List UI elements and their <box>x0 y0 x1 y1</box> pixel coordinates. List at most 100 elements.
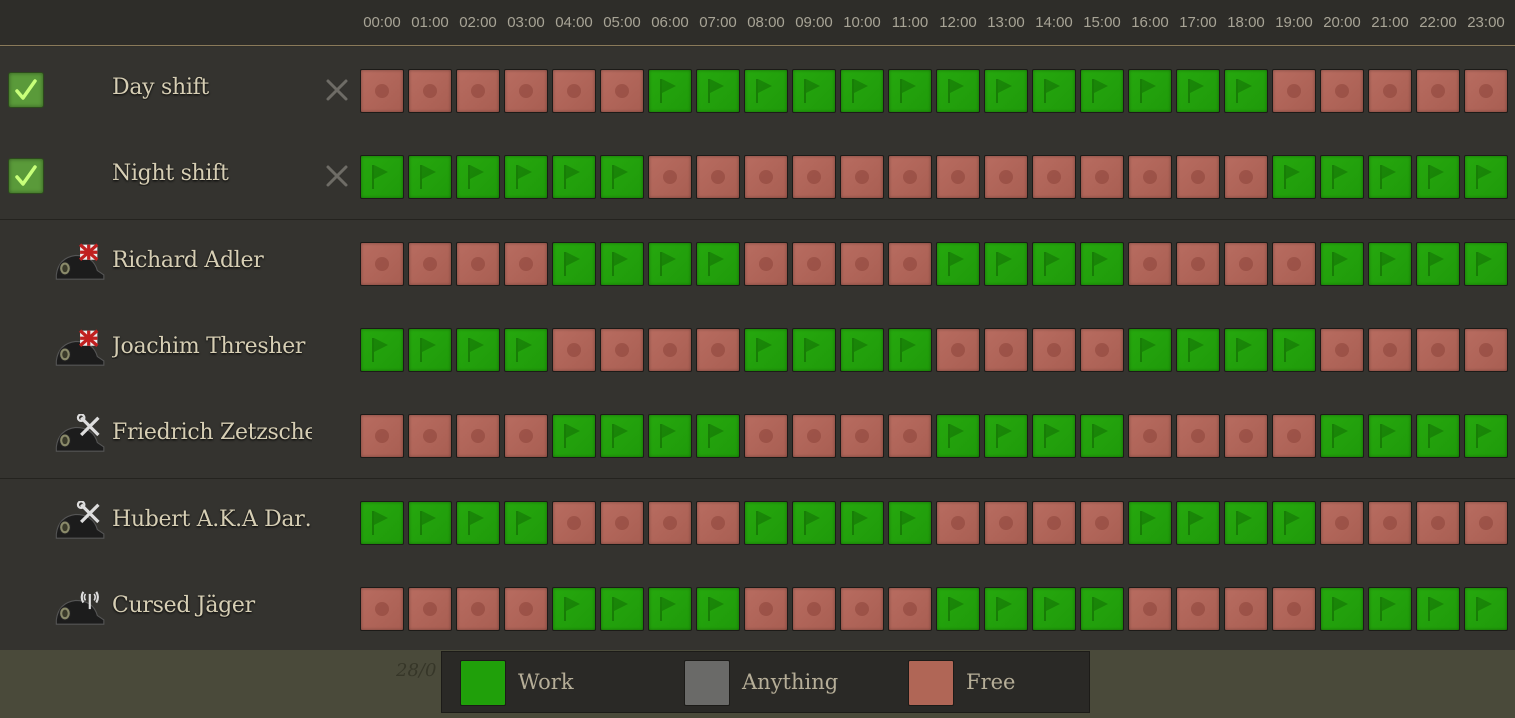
delete-schedule-button[interactable] <box>324 77 350 103</box>
hour-cell-work[interactable] <box>1176 328 1220 372</box>
hour-cell-work[interactable] <box>1272 501 1316 545</box>
hour-cell-free[interactable] <box>408 414 452 458</box>
hour-cell-work[interactable] <box>1224 501 1268 545</box>
hour-cell-free[interactable] <box>792 587 836 631</box>
hour-cell-work[interactable] <box>792 501 836 545</box>
hour-cell-free[interactable] <box>1368 501 1412 545</box>
soldier-name[interactable]: Hubert A.K.A Dar… <box>112 507 312 532</box>
hour-cell-free[interactable] <box>1368 328 1412 372</box>
hour-cell-work[interactable] <box>552 242 596 286</box>
legend-swatch-free[interactable] <box>908 660 954 706</box>
schedule-name[interactable]: Day shift <box>112 75 312 100</box>
hour-cell-work[interactable] <box>840 69 884 113</box>
soldier-name[interactable]: Richard Adler <box>112 248 312 273</box>
hour-cell-work[interactable] <box>1464 414 1508 458</box>
hour-cell-work[interactable] <box>600 414 644 458</box>
hour-cell-work[interactable] <box>984 414 1028 458</box>
hour-cell-free[interactable] <box>984 328 1028 372</box>
hour-cell-free[interactable] <box>1320 328 1364 372</box>
hour-cell-free[interactable] <box>792 155 836 199</box>
hour-cell-free[interactable] <box>1224 414 1268 458</box>
hour-cell-free[interactable] <box>984 155 1028 199</box>
hour-cell-free[interactable] <box>1224 587 1268 631</box>
hour-cell-work[interactable] <box>1368 587 1412 631</box>
hour-cell-free[interactable] <box>1128 414 1172 458</box>
hour-cell-free[interactable] <box>840 242 884 286</box>
hour-cell-work[interactable] <box>648 69 692 113</box>
hour-cell-free[interactable] <box>744 242 788 286</box>
hour-cell-work[interactable] <box>1224 328 1268 372</box>
hour-cell-work[interactable] <box>648 587 692 631</box>
hour-cell-free[interactable] <box>696 328 740 372</box>
hour-cell-work[interactable] <box>1320 242 1364 286</box>
hour-cell-work[interactable] <box>648 242 692 286</box>
hour-cell-work[interactable] <box>600 242 644 286</box>
hour-cell-free[interactable] <box>504 69 548 113</box>
hour-cell-work[interactable] <box>456 501 500 545</box>
hour-cell-work[interactable] <box>1272 155 1316 199</box>
hour-cell-work[interactable] <box>504 501 548 545</box>
hour-cell-free[interactable] <box>1464 328 1508 372</box>
hour-cell-free[interactable] <box>1080 155 1124 199</box>
hour-cell-work[interactable] <box>1176 69 1220 113</box>
hour-cell-work[interactable] <box>744 69 788 113</box>
hour-cell-work[interactable] <box>1128 328 1172 372</box>
hour-cell-work[interactable] <box>1368 155 1412 199</box>
hour-cell-free[interactable] <box>456 242 500 286</box>
hour-cell-work[interactable] <box>888 328 932 372</box>
soldier-name[interactable]: Cursed Jäger <box>112 593 312 618</box>
hour-cell-work[interactable] <box>456 155 500 199</box>
hour-cell-work[interactable] <box>1464 587 1508 631</box>
hour-cell-work[interactable] <box>360 328 404 372</box>
hour-cell-work[interactable] <box>1320 414 1364 458</box>
hour-cell-work[interactable] <box>888 501 932 545</box>
hour-cell-free[interactable] <box>456 69 500 113</box>
soldier-name[interactable]: Friedrich Zetzsche <box>112 420 312 445</box>
hour-cell-free[interactable] <box>696 501 740 545</box>
hour-cell-free[interactable] <box>360 587 404 631</box>
hour-cell-free[interactable] <box>1176 414 1220 458</box>
hour-cell-free[interactable] <box>936 501 980 545</box>
hour-cell-work[interactable] <box>504 155 548 199</box>
hour-cell-free[interactable] <box>1464 501 1508 545</box>
hour-cell-free[interactable] <box>1368 69 1412 113</box>
apply-template-checkbox[interactable] <box>8 158 44 194</box>
hour-cell-work[interactable] <box>1224 69 1268 113</box>
hour-cell-free[interactable] <box>888 414 932 458</box>
hour-cell-free[interactable] <box>408 69 452 113</box>
hour-cell-work[interactable] <box>1368 414 1412 458</box>
hour-cell-free[interactable] <box>936 328 980 372</box>
legend-swatch-anything[interactable] <box>684 660 730 706</box>
hour-cell-work[interactable] <box>936 242 980 286</box>
hour-cell-work[interactable] <box>1416 414 1460 458</box>
hour-cell-work[interactable] <box>1272 328 1316 372</box>
hour-cell-free[interactable] <box>888 242 932 286</box>
hour-cell-free[interactable] <box>648 501 692 545</box>
hour-cell-free[interactable] <box>1032 328 1076 372</box>
schedule-name[interactable]: Night shift <box>112 161 312 186</box>
hour-cell-free[interactable] <box>984 501 1028 545</box>
delete-schedule-button[interactable] <box>324 163 350 189</box>
hour-cell-free[interactable] <box>936 155 980 199</box>
hour-cell-work[interactable] <box>936 414 980 458</box>
hour-cell-work[interactable] <box>552 587 596 631</box>
hour-cell-free[interactable] <box>1128 242 1172 286</box>
hour-cell-free[interactable] <box>456 414 500 458</box>
hour-cell-free[interactable] <box>360 69 404 113</box>
hour-cell-work[interactable] <box>1080 69 1124 113</box>
hour-cell-free[interactable] <box>792 414 836 458</box>
apply-template-checkbox[interactable] <box>8 72 44 108</box>
legend-swatch-work[interactable] <box>460 660 506 706</box>
hour-cell-work[interactable] <box>792 328 836 372</box>
hour-cell-work[interactable] <box>840 328 884 372</box>
hour-cell-free[interactable] <box>792 242 836 286</box>
hour-cell-work[interactable] <box>936 587 980 631</box>
hour-cell-work[interactable] <box>1128 69 1172 113</box>
hour-cell-work[interactable] <box>1032 414 1076 458</box>
hour-cell-free[interactable] <box>360 242 404 286</box>
hour-cell-free[interactable] <box>1080 501 1124 545</box>
hour-cell-free[interactable] <box>504 242 548 286</box>
hour-cell-work[interactable] <box>744 501 788 545</box>
hour-cell-free[interactable] <box>1128 155 1172 199</box>
hour-cell-work[interactable] <box>1032 242 1076 286</box>
